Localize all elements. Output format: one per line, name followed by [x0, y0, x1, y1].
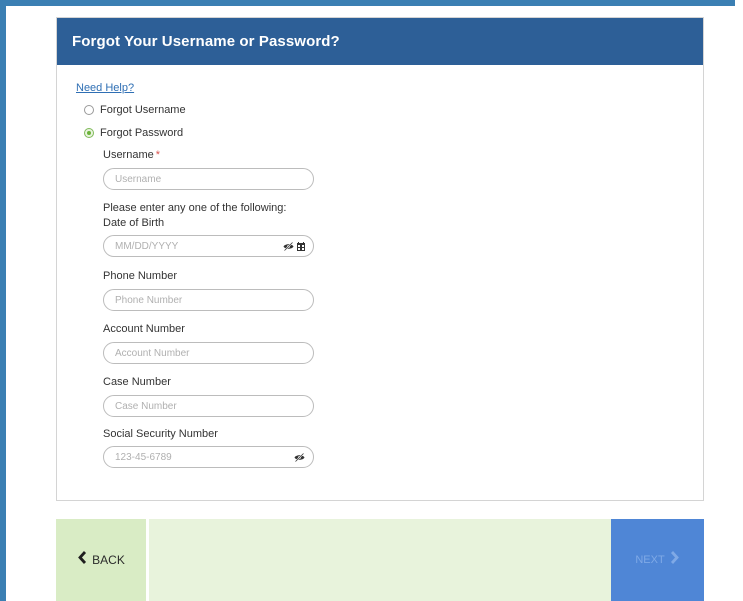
case-field[interactable] [103, 395, 314, 417]
need-help-link[interactable]: Need Help? [76, 82, 134, 94]
back-label: BACK [92, 553, 125, 567]
username-input[interactable] [104, 170, 313, 188]
username-label-row: Username * [103, 149, 160, 161]
recovery-card: Forgot Your Username or Password? Need H… [56, 17, 704, 501]
ssn-field[interactable] [103, 446, 314, 468]
username-field[interactable] [103, 168, 314, 190]
next-button[interactable]: NEXT [611, 519, 704, 601]
case-input[interactable] [104, 397, 313, 415]
back-button[interactable]: BACK [56, 519, 149, 601]
username-label: Username [103, 149, 154, 161]
option-forgot-username-label: Forgot Username [100, 104, 186, 116]
radio-forgot-username[interactable] [84, 105, 94, 115]
instructions-text: Please enter any one of the following: [103, 202, 287, 214]
phone-input[interactable] [104, 291, 313, 309]
chevron-right-icon [670, 551, 680, 569]
option-forgot-username[interactable]: Forgot Username [84, 104, 186, 116]
option-forgot-password[interactable]: Forgot Password [84, 127, 183, 139]
case-label: Case Number [103, 376, 171, 388]
next-label: NEXT [635, 554, 665, 566]
dob-label: Date of Birth [103, 217, 165, 229]
window-frame-left [0, 0, 6, 601]
phone-field[interactable] [103, 289, 314, 311]
dob-icons [283, 241, 313, 251]
option-forgot-password-label: Forgot Password [100, 127, 184, 139]
required-marker: * [155, 149, 161, 161]
account-label: Account Number [103, 323, 185, 335]
dob-field[interactable] [103, 235, 314, 257]
window-frame-top [0, 0, 735, 6]
eye-slash-icon[interactable] [294, 452, 305, 462]
ssn-input[interactable] [104, 448, 294, 466]
wizard-footer: BACK NEXT [56, 519, 704, 601]
dob-input[interactable] [104, 237, 283, 255]
calendar-icon[interactable] [297, 241, 305, 251]
phone-label: Phone Number [103, 270, 177, 282]
window-frame-right [735, 0, 743, 601]
chevron-left-icon [77, 551, 87, 569]
card-header: Forgot Your Username or Password? [57, 18, 703, 65]
page-title: Forgot Your Username or Password? [72, 33, 340, 50]
radio-forgot-password[interactable] [84, 128, 94, 138]
eye-slash-icon[interactable] [283, 241, 294, 251]
account-input[interactable] [104, 344, 313, 362]
account-field[interactable] [103, 342, 314, 364]
footer-background [56, 519, 704, 601]
ssn-icons [294, 452, 313, 462]
ssn-label: Social Security Number [103, 428, 218, 440]
